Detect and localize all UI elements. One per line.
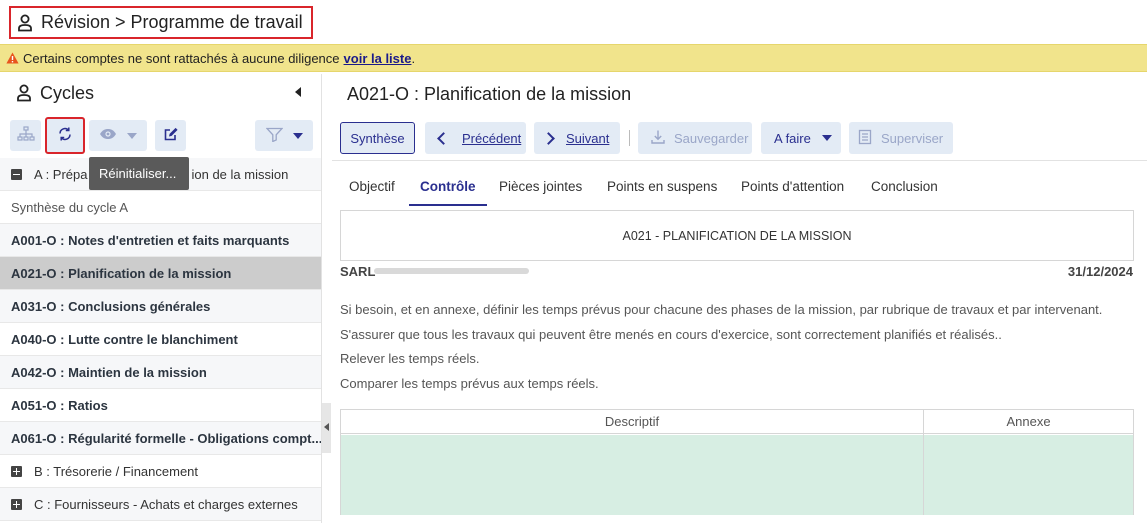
expand-icon[interactable] [11,498,22,510]
reset-button[interactable] [45,117,85,154]
instruction-line: S'assurer que tous les travaux qui peuve… [340,327,1002,342]
tab-conclusion[interactable]: Conclusion [871,174,938,206]
tree-item[interactable]: A031-O : Conclusions générales [0,290,321,323]
instruction-line: Relever les temps réels. [340,351,480,366]
tree-item[interactable]: A061-O : Régularité formelle - Obligatio… [0,422,321,455]
cycles-toolbar [0,112,321,158]
tree-item[interactable]: A042-O : Maintien de la mission [0,356,321,389]
expand-icon[interactable] [11,465,22,477]
list-item-label: A001-O : Notes d'entretien et faits marq… [11,232,290,248]
tree-summary-item[interactable]: Synthèse du cycle A [0,191,321,224]
tree-section-b[interactable]: B : Trésorerie / Financement [0,455,321,488]
tree-item-selected[interactable]: A021-O : Planification de la mission [0,257,321,290]
grid-header-annexe: Annexe [924,410,1133,434]
previous-button[interactable]: Précédent [425,122,526,154]
status-label: A faire [774,130,811,146]
edit-button[interactable] [155,120,186,151]
tab-pieces-jointes[interactable]: Pièces jointes [499,174,582,206]
instruction-line: Comparer les temps prévus aux temps réel… [340,376,599,391]
cycles-panel: Cycles A: Prépa ion de la mission Synth… [0,74,322,523]
tab-bar: Objectif Contrôle Pièces jointes Points … [332,174,1147,206]
chevron-left-icon [437,131,450,145]
chevron-down-icon [127,132,137,139]
grid-cell-annexe[interactable] [924,435,1133,515]
tree-item[interactable]: A001-O : Notes d'entretien et faits marq… [0,224,321,257]
filter-icon [265,127,283,145]
section-label: A : Prépa [34,166,88,182]
synthese-button[interactable]: Synthèse [340,122,415,154]
chevron-down-icon [821,135,832,141]
document-heading: A021 - PLANIFICATION DE LA MISSION [340,210,1134,261]
view-list-link[interactable]: voir la liste [344,51,412,66]
breadcrumb: Révision > Programme de travail [9,6,313,39]
collapse-panel-icon[interactable] [295,87,301,97]
breadcrumb-text: Révision > Programme de travail [41,12,303,32]
chevron-right-icon [542,131,555,145]
document-date: 31/12/2024 [1067,264,1133,279]
save-button[interactable]: Sauvegarder [638,122,752,154]
previous-label: Précédent [462,130,522,146]
tab-points-en-suspens[interactable]: Points en suspens [607,174,717,206]
collapse-icon[interactable] [11,168,22,180]
redacted-name [374,268,529,274]
save-label: Sauvegarder [674,130,749,146]
grid-cell-descriptif[interactable] [341,435,923,515]
grid-divider [923,410,924,514]
tree-item[interactable]: A051-O : Ratios [0,389,321,422]
supervise-label: Superviser [881,130,944,146]
reset-tooltip: Réinitialiser... [89,157,189,190]
list-item-label: A040-O : Lutte contre le blanchiment [11,331,238,347]
refresh-icon [57,126,73,145]
cycles-title: Cycles [40,82,95,103]
save-icon [650,129,666,148]
planning-grid: Descriptif Annexe [340,409,1134,515]
person-icon [17,14,33,32]
tab-objectif[interactable]: Objectif [349,174,395,206]
next-label: Suivant [566,130,610,146]
supervise-button[interactable]: Superviser [849,122,953,154]
filter-dropdown[interactable] [255,120,313,151]
panel-splitter-handle[interactable] [322,403,331,453]
section-label-tail: ion de la mission [191,166,289,182]
chevron-down-icon [292,132,303,139]
warning-icon [6,52,19,64]
cycles-tree: A : Prépa ion de la mission Synthèse du … [0,158,321,521]
tab-controle[interactable]: Contrôle [409,174,487,206]
page-title: A021-O : Planification de la mission [347,84,632,104]
main-panel: A021-O : Planification de la mission Syn… [332,74,1147,523]
instruction-line: Si besoin, et en annexe, définir les tem… [340,302,1103,317]
person-icon [16,84,32,102]
list-item-label: A021-O : Planification de la mission [11,265,232,281]
document-icon [858,129,872,148]
app-header: Révision > Programme de travail [0,0,1147,44]
cycles-header: Cycles [0,74,321,112]
warning-banner: Certains comptes ne sont rattachés à auc… [0,44,1147,72]
toolbar-separator [629,130,630,146]
eye-icon [99,128,117,143]
warning-text: Certains comptes ne sont rattachés à auc… [23,50,340,66]
list-item-label: A061-O : Régularité formelle - Obligatio… [11,430,321,446]
synthese-label: Synthèse [350,130,405,146]
grid-header-descriptif: Descriptif [341,410,923,434]
list-item-label: Synthèse du cycle A [11,199,129,215]
tree-item[interactable]: A040-O : Lutte contre le blanchiment [0,323,321,356]
list-item-label: A031-O : Conclusions générales [11,298,211,314]
tab-points-attention[interactable]: Points d'attention [741,174,844,206]
section-label: B : Trésorerie / Financement [34,463,199,479]
toolbar-divider [332,160,1147,161]
company-name: SARL [340,264,376,279]
list-item-label: A051-O : Ratios [11,397,108,413]
next-button[interactable]: Suivant [534,122,620,154]
list-item-label: A042-O : Maintien de la mission [11,364,207,380]
hierarchy-button[interactable] [10,120,41,151]
tree-section-c[interactable]: C : Fournisseurs - Achats et charges ext… [0,488,321,521]
section-label: C : Fournisseurs - Achats et charges ext… [34,496,298,512]
visibility-dropdown[interactable] [89,120,147,151]
edit-icon [163,126,179,145]
hierarchy-icon [16,126,35,145]
status-dropdown[interactable]: A faire [761,122,841,154]
